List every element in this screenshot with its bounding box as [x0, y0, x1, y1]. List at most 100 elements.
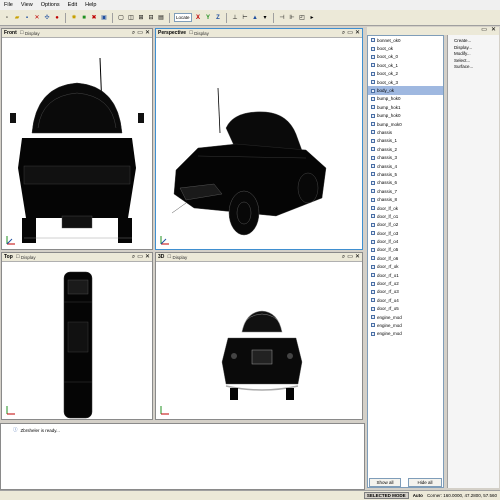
- display-menu[interactable]: ☐ Display: [16, 254, 36, 260]
- list-item[interactable]: engine_mod: [368, 321, 443, 329]
- menu-help[interactable]: Help: [85, 2, 96, 8]
- maximize-icon[interactable]: ▭: [137, 254, 143, 260]
- object-label: door_rf_o4: [377, 297, 399, 303]
- list-item[interactable]: boot_ok_3: [368, 78, 443, 86]
- axis-x-icon[interactable]: X: [194, 13, 202, 22]
- snap-icon[interactable]: ⊢: [241, 13, 249, 22]
- list-item[interactable]: door_rf_o1: [368, 271, 443, 279]
- display-menu[interactable]: ☐ Display: [167, 254, 187, 260]
- perspective-viewport[interactable]: Perspective ☐ Display ⌕ ▭ ✕: [155, 28, 363, 250]
- save-icon[interactable]: ▪: [23, 13, 31, 22]
- list-item[interactable]: chassis_2: [368, 145, 443, 153]
- minimize-icon[interactable]: ▭: [481, 27, 487, 35]
- group-icon[interactable]: ◰: [298, 13, 306, 22]
- view-single-icon[interactable]: ▢: [117, 13, 125, 22]
- list-item[interactable]: bump_hok0: [368, 95, 443, 103]
- list-item[interactable]: door_lf_o4: [368, 237, 443, 245]
- list-item[interactable]: door_lf_o2: [368, 221, 443, 229]
- menu-file[interactable]: File: [4, 2, 13, 8]
- 3d-viewport[interactable]: 3D ☐ Display ⌕ ▭ ✕: [155, 252, 363, 420]
- axis-z-icon[interactable]: Z: [214, 13, 222, 22]
- viewport-canvas[interactable]: [2, 38, 152, 249]
- maximize-icon[interactable]: ▭: [347, 254, 353, 260]
- view-quad-icon[interactable]: ⊞: [137, 13, 145, 22]
- material-icon[interactable]: ■: [80, 13, 88, 22]
- align-icon[interactable]: ⊣: [278, 13, 286, 22]
- list-item[interactable]: chassis_1: [368, 137, 443, 145]
- dropdown-arrow-icon[interactable]: ▸: [308, 13, 316, 22]
- maximize-icon[interactable]: ▭: [347, 30, 353, 36]
- light-icon[interactable]: ✸: [70, 13, 78, 22]
- close-icon[interactable]: ✕: [491, 27, 496, 35]
- mirror-icon[interactable]: ⊩: [288, 13, 296, 22]
- close-icon[interactable]: ✕: [355, 30, 360, 36]
- viewport-canvas[interactable]: [156, 38, 362, 249]
- dropdown-arrow-icon[interactable]: ▾: [261, 13, 269, 22]
- list-item[interactable]: bonnet_ok0: [368, 36, 443, 44]
- surface-command[interactable]: Surface...: [454, 64, 499, 71]
- zoom-icon[interactable]: ⌕: [342, 30, 345, 36]
- close-icon[interactable]: ✕: [145, 30, 150, 36]
- list-item[interactable]: door_rf_ok: [368, 263, 443, 271]
- zoom-icon[interactable]: ⌕: [342, 254, 345, 260]
- list-item[interactable]: door_rf_o5: [368, 305, 443, 313]
- list-item[interactable]: boot_ok: [368, 44, 443, 52]
- list-item[interactable]: chassis_7: [368, 187, 443, 195]
- top-viewport[interactable]: Top ☐ Display ⌕ ▭ ✕: [1, 252, 153, 420]
- list-item[interactable]: chassis_8: [368, 195, 443, 203]
- viewport-canvas[interactable]: [2, 262, 152, 419]
- zoom-icon[interactable]: ⌕: [132, 30, 135, 36]
- console-panel[interactable]: ⓘ Zbrsheler is ready...: [0, 423, 365, 490]
- list-item[interactable]: boot_ok_1: [368, 61, 443, 69]
- image-icon[interactable]: ▣: [100, 13, 108, 22]
- view-grid-icon[interactable]: ⊟: [147, 13, 155, 22]
- lock-icon[interactable]: ⊥: [231, 13, 239, 22]
- list-item[interactable]: engine_mod: [368, 313, 443, 321]
- list-item[interactable]: door_lf_o1: [368, 212, 443, 220]
- list-item[interactable]: boot_ok_0: [368, 53, 443, 61]
- menu-view[interactable]: View: [21, 2, 33, 8]
- menu-options[interactable]: Options: [41, 2, 60, 8]
- list-item[interactable]: engine_mod: [368, 330, 443, 338]
- menu-edit[interactable]: Edit: [68, 2, 77, 8]
- list-item[interactable]: chassis_4: [368, 162, 443, 170]
- list-item[interactable]: door_rf_o3: [368, 288, 443, 296]
- viewport-canvas[interactable]: [156, 262, 362, 419]
- list-item[interactable]: bump_hok0: [368, 112, 443, 120]
- list-item[interactable]: door_rf_o4: [368, 296, 443, 304]
- list-item[interactable]: body_ok: [368, 86, 443, 95]
- close-icon[interactable]: ✕: [145, 254, 150, 260]
- render-icon[interactable]: ●: [53, 13, 61, 22]
- list-item[interactable]: chassis_5: [368, 170, 443, 178]
- list-item[interactable]: door_lf_o5: [368, 246, 443, 254]
- maximize-icon[interactable]: ▭: [137, 30, 143, 36]
- delete-icon[interactable]: ✕: [33, 13, 41, 22]
- display-menu[interactable]: ☐ Display: [20, 30, 40, 36]
- close-icon[interactable]: ✖: [90, 13, 98, 22]
- close-icon[interactable]: ✕: [355, 254, 360, 260]
- display-menu[interactable]: ☐ Display: [189, 30, 209, 36]
- object-list[interactable]: bonnet_ok0 boot_ok boot_ok_0 boot_ok_1 boot_…: [367, 35, 444, 488]
- list-item[interactable]: door_lf_ok: [368, 204, 443, 212]
- light-drop-icon[interactable]: ▲: [251, 13, 259, 22]
- open-folder-icon[interactable]: ▰: [13, 13, 21, 22]
- view-split-icon[interactable]: ◫: [127, 13, 135, 22]
- mode-select[interactable]: Locate: [174, 13, 192, 22]
- list-item[interactable]: chassis_6: [368, 179, 443, 187]
- view-frame-icon[interactable]: ▤: [157, 13, 165, 22]
- list-item[interactable]: bump_mok0: [368, 120, 443, 128]
- axis-y-icon[interactable]: Y: [204, 13, 212, 22]
- list-item[interactable]: chassis: [368, 128, 443, 136]
- list-item[interactable]: boot_ok_2: [368, 70, 443, 78]
- list-item[interactable]: door_lf_o3: [368, 229, 443, 237]
- list-item[interactable]: chassis_3: [368, 153, 443, 161]
- show-all-button[interactable]: Show all: [369, 478, 401, 487]
- list-item[interactable]: door_rf_o2: [368, 279, 443, 287]
- transform-icon[interactable]: ✣: [43, 13, 51, 22]
- list-item[interactable]: door_lf_o6: [368, 254, 443, 262]
- zoom-icon[interactable]: ⌕: [132, 254, 135, 260]
- new-file-icon[interactable]: ▫: [3, 13, 11, 22]
- hide-all-button[interactable]: Hide all: [408, 478, 442, 487]
- list-item[interactable]: bump_hok1: [368, 103, 443, 111]
- front-viewport[interactable]: Front ☐ Display ⌕ ▭ ✕: [1, 28, 153, 250]
